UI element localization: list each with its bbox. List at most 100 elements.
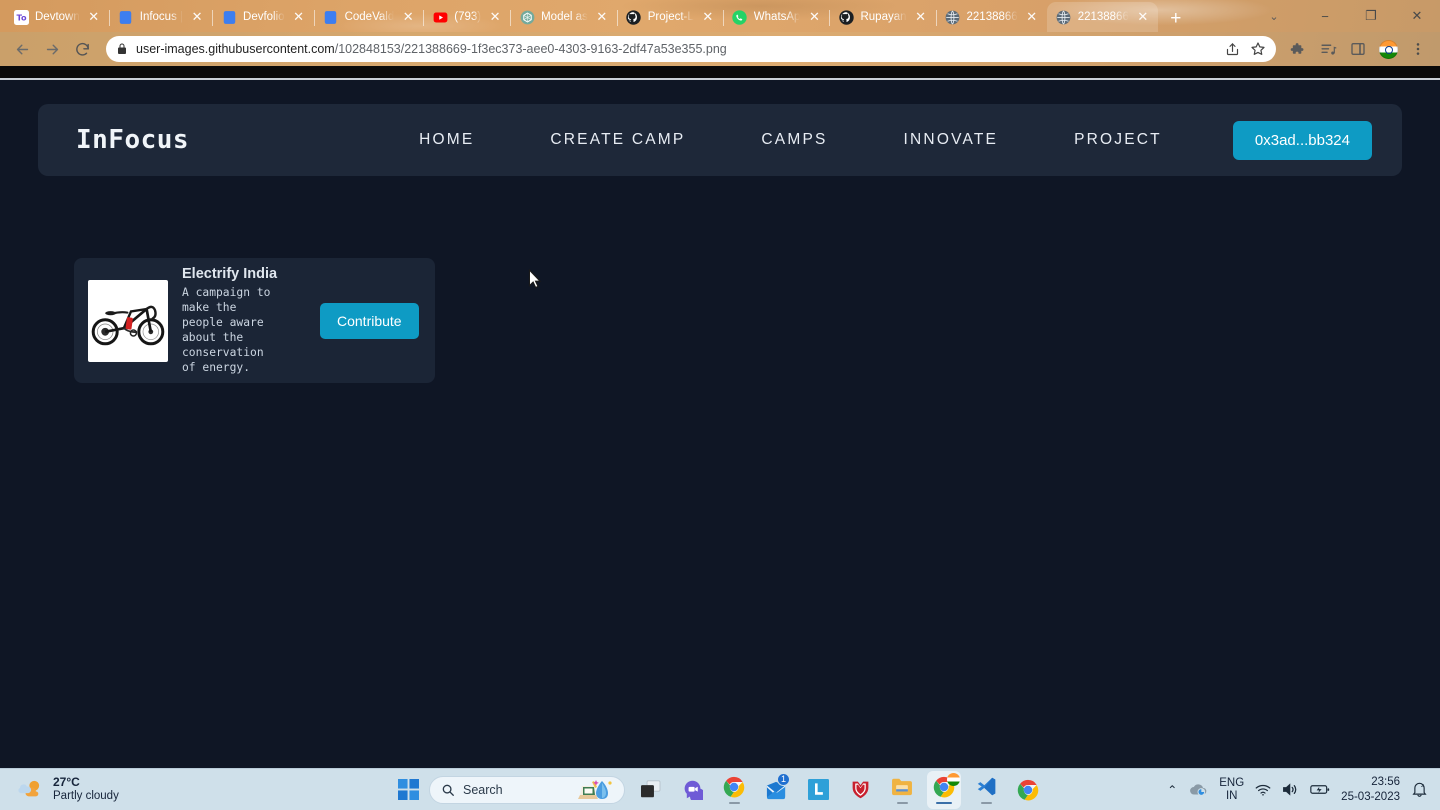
- openai-icon: [519, 9, 535, 25]
- tab-close-button[interactable]: ✕: [189, 9, 205, 25]
- browser-tab[interactable]: To Devtown ✕: [4, 2, 110, 32]
- language-indicator[interactable]: ENG IN: [1219, 777, 1244, 802]
- lock-icon: [116, 43, 128, 55]
- tray-overflow-icon[interactable]: ⌃: [1167, 783, 1177, 797]
- reading-list-icon[interactable]: [1314, 35, 1342, 63]
- tab-close-button[interactable]: ✕: [594, 9, 610, 25]
- campaign-card[interactable]: Electrify India A campaign to make the p…: [74, 258, 435, 383]
- kebab-menu-icon[interactable]: [1404, 35, 1432, 63]
- tab-close-button[interactable]: ✕: [700, 9, 716, 25]
- page-content: InFocus HOME CREATE CAMP CAMPS INNOVATE PROJ…: [0, 104, 1440, 792]
- mcafee-shield-icon[interactable]: [843, 771, 877, 809]
- linkedin-icon[interactable]: [801, 771, 835, 809]
- omnibox-actions: [1225, 41, 1266, 57]
- svg-text:To: To: [16, 12, 26, 22]
- maximize-button[interactable]: ❐: [1348, 0, 1394, 32]
- tab-close-button[interactable]: ✕: [1024, 9, 1040, 25]
- clock-date: 25-03-2023: [1341, 790, 1400, 803]
- browser-tab[interactable]: CodeVald ✕: [314, 2, 425, 32]
- blue-doc-icon: [323, 9, 339, 25]
- browser-tab[interactable]: 22138866 ✕: [1046, 2, 1158, 32]
- browser-tab[interactable]: Infocus | ✕: [109, 2, 214, 32]
- language-code: ENG: [1219, 776, 1245, 789]
- chrome-active-icon[interactable]: [927, 770, 961, 809]
- browser-tab[interactable]: Devfolio ✕: [212, 2, 315, 32]
- weather-widget[interactable]: 27°C Partly cloudy: [0, 775, 119, 803]
- mail-icon[interactable]: 1: [759, 771, 793, 809]
- campaign-title: Electrify India: [182, 266, 278, 282]
- volume-icon[interactable]: [1282, 782, 1299, 797]
- region-code: IN: [1225, 789, 1238, 802]
- forward-button[interactable]: [38, 35, 66, 63]
- back-button[interactable]: [8, 35, 36, 63]
- tab-close-button[interactable]: ✕: [86, 9, 102, 25]
- svg-text:z: z: [1421, 783, 1424, 789]
- teams-chat-icon[interactable]: [675, 771, 709, 809]
- browser-tab[interactable]: 22138866 ✕: [936, 2, 1047, 32]
- tab-title: Project-L: [647, 11, 694, 23]
- copilot-doodle-icon: [574, 777, 620, 803]
- browser-tab[interactable]: Project-L ✕: [617, 2, 724, 32]
- tab-close-button[interactable]: ✕: [400, 9, 416, 25]
- folder-icon[interactable]: [885, 771, 919, 809]
- star-icon[interactable]: [1250, 41, 1266, 57]
- minimize-button[interactable]: −: [1302, 0, 1348, 32]
- address-bar[interactable]: user-images.githubusercontent.com/102848…: [106, 36, 1276, 62]
- tab-title: Devfolio: [243, 11, 285, 23]
- browser-tab[interactable]: Model as ✕: [510, 2, 618, 32]
- nav-link-home[interactable]: HOME: [381, 131, 512, 149]
- profile-avatar[interactable]: [1374, 35, 1402, 63]
- wifi-icon[interactable]: [1255, 783, 1271, 797]
- share-icon[interactable]: [1225, 42, 1240, 57]
- tab-search-chevron-icon[interactable]: ⌄: [1246, 0, 1302, 32]
- tab-close-button[interactable]: ✕: [291, 9, 307, 25]
- blue-doc-icon: [118, 9, 134, 25]
- clock[interactable]: 23:56 25-03-2023: [1341, 775, 1400, 804]
- tab-title: Rupayan: [860, 11, 907, 23]
- nav-link-project[interactable]: PROJECT: [1036, 131, 1200, 149]
- tab-close-button[interactable]: ✕: [487, 9, 503, 25]
- close-window-button[interactable]: ✕: [1394, 0, 1440, 32]
- browser-tab[interactable]: WhatsAp ✕: [723, 2, 831, 32]
- nav-link-create-camp[interactable]: CREATE CAMP: [512, 131, 723, 149]
- tab-close-button[interactable]: ✕: [1135, 9, 1151, 25]
- mouse-cursor: [528, 269, 542, 289]
- side-panel-icon[interactable]: [1344, 35, 1372, 63]
- search-icon: [441, 783, 455, 797]
- tab-title: (793): [454, 11, 482, 23]
- nav-link-camps[interactable]: CAMPS: [723, 131, 865, 149]
- url-text: user-images.githubusercontent.com/102848…: [136, 42, 1217, 56]
- task-view-icon[interactable]: [633, 771, 667, 809]
- new-tab-button[interactable]: +: [1162, 4, 1190, 32]
- bell-icon[interactable]: z: [1411, 781, 1428, 798]
- wallet-address-button[interactable]: 0x3ad...bb324: [1232, 120, 1372, 160]
- battery-icon[interactable]: [1310, 783, 1330, 796]
- tab-title: Model as: [541, 11, 588, 23]
- url-path: /102848153/221388669-1f3ec373-aee0-4303-…: [334, 42, 727, 56]
- browser-tab[interactable]: (793) ✕: [423, 2, 512, 32]
- contribute-button[interactable]: Contribute: [320, 302, 419, 339]
- taskbar-center: Search 1: [395, 770, 1045, 809]
- vscode-icon[interactable]: [969, 771, 1003, 809]
- whatsapp-icon: [732, 9, 748, 25]
- partly-cloudy-icon: [18, 778, 44, 800]
- puzzle-icon[interactable]: [1284, 35, 1312, 63]
- search-input[interactable]: Search: [429, 775, 625, 804]
- globe-icon: [945, 9, 961, 25]
- browser-tab[interactable]: Rupayan ✕: [829, 2, 937, 32]
- tab-close-button[interactable]: ✕: [806, 9, 822, 25]
- github-icon: [626, 9, 642, 25]
- chrome-icon[interactable]: [717, 771, 751, 809]
- url-host: user-images.githubusercontent.com: [136, 42, 335, 56]
- site-brand[interactable]: InFocus: [76, 125, 189, 155]
- windows-start-icon[interactable]: [395, 777, 421, 803]
- reload-button[interactable]: [68, 35, 96, 63]
- tab-close-button[interactable]: ✕: [913, 9, 929, 25]
- mail-badge: 1: [777, 772, 790, 786]
- onedrive-icon[interactable]: [1188, 782, 1208, 797]
- site-navbar: InFocus HOME CREATE CAMP CAMPS INNOVATE PROJ…: [38, 104, 1402, 176]
- nav-link-innovate[interactable]: INNOVATE: [866, 131, 1037, 149]
- system-tray: ⌃ ENG IN 23:56 25-03-2023 z: [1167, 775, 1440, 804]
- globe-icon: [1056, 9, 1072, 25]
- chrome-2-icon[interactable]: [1011, 771, 1045, 809]
